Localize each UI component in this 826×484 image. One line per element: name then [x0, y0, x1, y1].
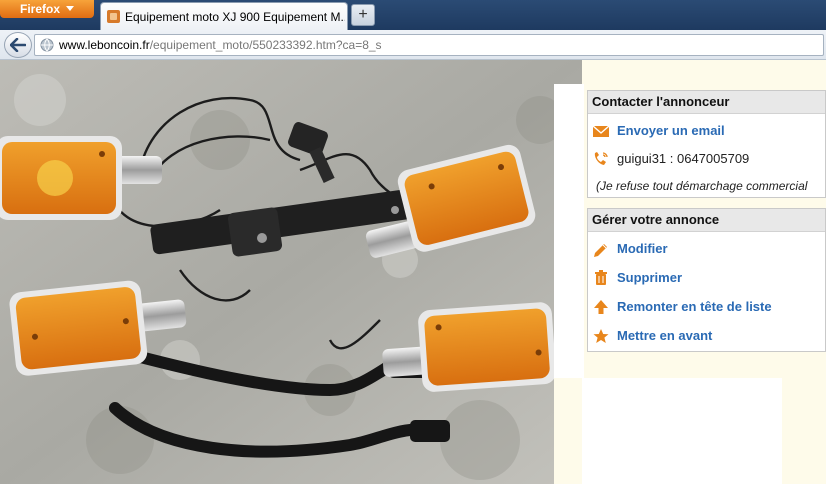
phone-icon	[594, 152, 608, 165]
phone-text: guigui31 : 0647005709	[617, 151, 750, 166]
url-text: www.leboncoin.fr/equipement_moto/5502333…	[59, 38, 382, 52]
bump-ad-label: Remonter en tête de liste	[617, 299, 772, 314]
firefox-menu-label: Firefox	[20, 2, 61, 16]
chevron-down-icon	[66, 6, 74, 11]
firefox-menu-button[interactable]: Firefox	[0, 0, 94, 18]
trash-icon	[595, 270, 607, 285]
contact-panel: Contacter l'annonceur Envoyer un email g…	[587, 90, 826, 198]
url-domain: www.leboncoin.fr	[59, 38, 150, 52]
url-bar[interactable]: www.leboncoin.fr/equipement_moto/5502333…	[34, 34, 824, 56]
pencil-icon	[594, 244, 607, 257]
url-path: /equipement_moto/550233392.htm?ca=8_s	[149, 38, 382, 52]
contact-panel-title: Contacter l'annonceur	[588, 91, 825, 114]
delete-ad-label: Supprimer	[617, 270, 683, 285]
manage-panel: Gérer votre annonce Modifier Supprimer R…	[587, 208, 826, 352]
page-content: Contacter l'annonceur Envoyer un email g…	[0, 60, 826, 484]
photo-border	[554, 84, 584, 378]
page-blank-area	[582, 378, 782, 484]
star-icon	[593, 329, 609, 343]
browser-tab[interactable]: Equipement moto XJ 900 Equipement M...	[100, 2, 348, 30]
back-button[interactable]	[4, 32, 32, 58]
arrow-up-icon	[594, 300, 608, 314]
new-tab-button[interactable]: +	[351, 4, 375, 26]
feature-ad-label: Mettre en avant	[617, 328, 713, 343]
send-email-label: Envoyer un email	[617, 123, 725, 138]
browser-titlebar: Firefox Equipement moto XJ 900 Equipemen…	[0, 0, 826, 30]
contact-note: (Je refuse tout démarchage commercial	[596, 179, 808, 193]
tab-title: Equipement moto XJ 900 Equipement M...	[125, 10, 345, 24]
listing-photo[interactable]	[0, 60, 582, 484]
back-arrow-icon	[10, 38, 26, 52]
manage-panel-title: Gérer votre annonce	[588, 209, 825, 232]
edit-ad-label: Modifier	[617, 241, 668, 256]
navigation-bar: www.leboncoin.fr/equipement_moto/5502333…	[0, 30, 826, 60]
favicon-icon	[107, 10, 120, 23]
envelope-icon	[592, 125, 610, 137]
globe-icon	[40, 38, 54, 52]
